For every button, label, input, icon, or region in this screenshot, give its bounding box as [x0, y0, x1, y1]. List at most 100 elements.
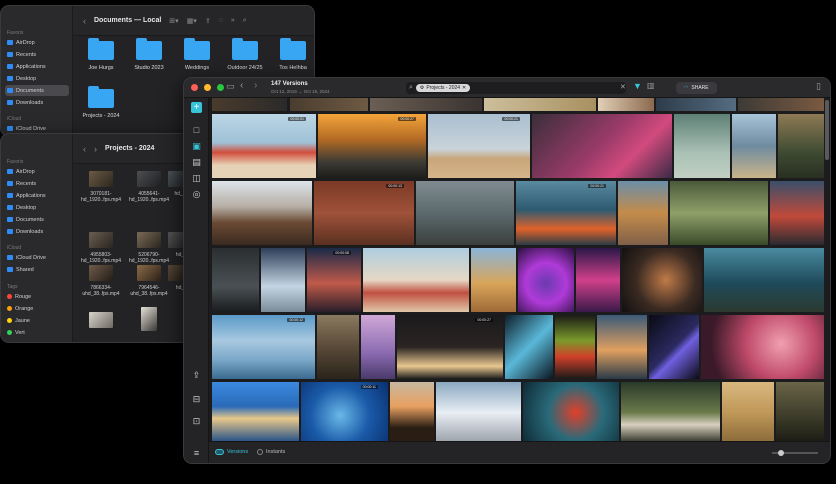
- video-file[interactable]: [129, 307, 169, 335]
- photo-tile[interactable]: [484, 98, 596, 111]
- photo-tile[interactable]: [701, 315, 824, 379]
- sidebar-item-applications[interactable]: Applications: [5, 61, 69, 72]
- forward-chevron-icon[interactable]: ›: [254, 80, 257, 91]
- photo-tile[interactable]: [471, 248, 516, 312]
- sidebar-item-desktop[interactable]: Desktop: [5, 202, 69, 213]
- photo-tile[interactable]: [597, 315, 647, 379]
- photo-tile[interactable]: [555, 315, 595, 379]
- photo-tile[interactable]: [576, 248, 620, 312]
- photo-tile[interactable]: [621, 382, 720, 443]
- share-button[interactable]: ◠ SHARE: [676, 82, 717, 94]
- search-token[interactable]: ⚙ Projects - 2024 ✕: [415, 84, 471, 92]
- search-icon[interactable]: ⌕: [243, 17, 247, 25]
- back-chevron-icon[interactable]: ‹: [83, 144, 86, 154]
- sidebar-item-icloud-drive[interactable]: iCloud Drive: [5, 252, 69, 263]
- photo-tile[interactable]: [416, 181, 514, 245]
- video-file[interactable]: 5206790- hd_1920..fps.mp4: [129, 232, 169, 264]
- menu-icon[interactable]: ≡: [191, 448, 202, 459]
- photo-tile[interactable]: [361, 315, 395, 379]
- photo-tile[interactable]: [317, 315, 359, 379]
- sidebar-item-recents[interactable]: Recents: [5, 49, 69, 60]
- back-chevron-icon[interactable]: ‹: [240, 80, 243, 91]
- sidebar-item-desktop[interactable]: Desktop: [5, 73, 69, 84]
- more-chevron-icon[interactable]: »: [231, 17, 235, 24]
- photo-tile[interactable]: [261, 248, 305, 312]
- people-icon[interactable]: ◎: [191, 189, 202, 200]
- folder-tos-helhba[interactable]: Tos Helhba: [273, 38, 313, 71]
- share-icon[interactable]: ⇪: [205, 17, 211, 25]
- photo-tile[interactable]: [722, 382, 774, 443]
- photo-tile[interactable]: [518, 248, 574, 312]
- tag-icon[interactable]: ◌: [219, 17, 223, 24]
- zoom-button[interactable]: [217, 84, 224, 91]
- library-icon[interactable]: ▣: [191, 141, 202, 152]
- sidebar-item-documents[interactable]: Documents: [5, 214, 69, 225]
- photo-tile[interactable]: [212, 248, 259, 312]
- slider-knob[interactable]: [778, 450, 784, 456]
- photo-tile[interactable]: [670, 181, 768, 245]
- video-file[interactable]: [81, 312, 121, 332]
- photo-tile[interactable]: 00:00:11: [301, 382, 388, 443]
- photo-tile[interactable]: [532, 114, 672, 178]
- video-file[interactable]: 7866334- uhd_38..fps.mp4: [81, 265, 121, 297]
- sidebar-item-shared[interactable]: Shared: [5, 264, 69, 275]
- photo-tile[interactable]: [618, 181, 668, 245]
- close-button[interactable]: [191, 84, 198, 91]
- tag-item-vert[interactable]: Vert: [5, 327, 69, 338]
- clear-search-icon[interactable]: ✕: [620, 83, 626, 91]
- versions-toggle[interactable]: Versions: [215, 449, 248, 455]
- photo-tile[interactable]: [523, 382, 619, 443]
- photo-tile[interactable]: [436, 382, 521, 443]
- device-icon[interactable]: ⊡: [191, 416, 202, 427]
- minimize-button[interactable]: [204, 84, 211, 91]
- folder-projects-2024[interactable]: Projects - 2024: [81, 86, 121, 119]
- export-icon[interactable]: ⇪: [191, 370, 202, 381]
- video-file[interactable]: 3070181- hd_1920..fps.mp4: [81, 171, 121, 203]
- folder-weddings[interactable]: Weddings: [177, 38, 217, 71]
- sidebar-item-documents[interactable]: Documents: [5, 85, 69, 96]
- grid-scrollbar[interactable]: [825, 100, 829, 160]
- inspector-toggle-icon[interactable]: ▯: [816, 81, 821, 92]
- photo-tile[interactable]: [212, 181, 312, 245]
- photo-tile[interactable]: [776, 382, 824, 443]
- album-icon[interactable]: ▤: [191, 157, 202, 168]
- sidebar-item-downloads[interactable]: Downloads: [5, 226, 69, 237]
- sidebar-item-applications[interactable]: Applications: [5, 190, 69, 201]
- view-grid-icon[interactable]: ⊞▾: [169, 17, 178, 25]
- photo-tile[interactable]: [390, 382, 434, 443]
- forward-chevron-icon[interactable]: ›: [94, 144, 97, 154]
- sidebar-item-recents[interactable]: Recents: [5, 178, 69, 189]
- sidebar-item-airdrop[interactable]: AirDrop: [5, 166, 69, 177]
- video-file[interactable]: 4955803- hd_1920..fps.mp4: [81, 232, 121, 264]
- photo-tile[interactable]: [778, 114, 824, 178]
- photo-tile[interactable]: 00:00:12: [212, 315, 315, 379]
- photo-tile[interactable]: [370, 98, 482, 111]
- photo-tile[interactable]: [738, 98, 824, 111]
- folder-studio-2023[interactable]: Studio 2023: [129, 38, 169, 71]
- video-file[interactable]: 7964546- uhd_38..fps.mp4: [129, 265, 169, 297]
- add-icon[interactable]: +: [191, 102, 202, 113]
- square-icon[interactable]: □: [191, 125, 202, 136]
- photo-tile[interactable]: 00:00:13: [314, 181, 414, 245]
- filter-icon[interactable]: ▼: [633, 81, 642, 91]
- photo-tile[interactable]: [598, 98, 654, 111]
- thumbnail-size-slider[interactable]: [772, 450, 818, 456]
- photo-tile[interactable]: [290, 98, 368, 111]
- map-icon[interactable]: ◫: [191, 173, 202, 184]
- sidebar-item-airdrop[interactable]: AirDrop: [5, 37, 69, 48]
- photo-tile[interactable]: [505, 315, 553, 379]
- photo-tile[interactable]: [656, 98, 736, 111]
- photo-tile[interactable]: 00:00:08: [307, 248, 361, 312]
- instants-toggle[interactable]: Instants: [257, 449, 285, 455]
- photo-tile[interactable]: [674, 114, 730, 178]
- photo-tile[interactable]: [363, 248, 469, 312]
- tag-item-rouge[interactable]: Rouge: [5, 291, 69, 302]
- photo-tile[interactable]: [704, 248, 824, 312]
- group-icon[interactable]: ▦▾: [187, 17, 197, 25]
- photo-tile[interactable]: 00:00:21: [428, 114, 530, 178]
- video-file[interactable]: 4055641- hd_1920..fps.mp4: [129, 171, 169, 203]
- import-icon[interactable]: ⊟: [191, 394, 202, 405]
- sidebar-toggle-icon[interactable]: ▭: [226, 81, 235, 92]
- photo-tile[interactable]: [649, 315, 699, 379]
- chart-icon[interactable]: ▥: [647, 81, 655, 90]
